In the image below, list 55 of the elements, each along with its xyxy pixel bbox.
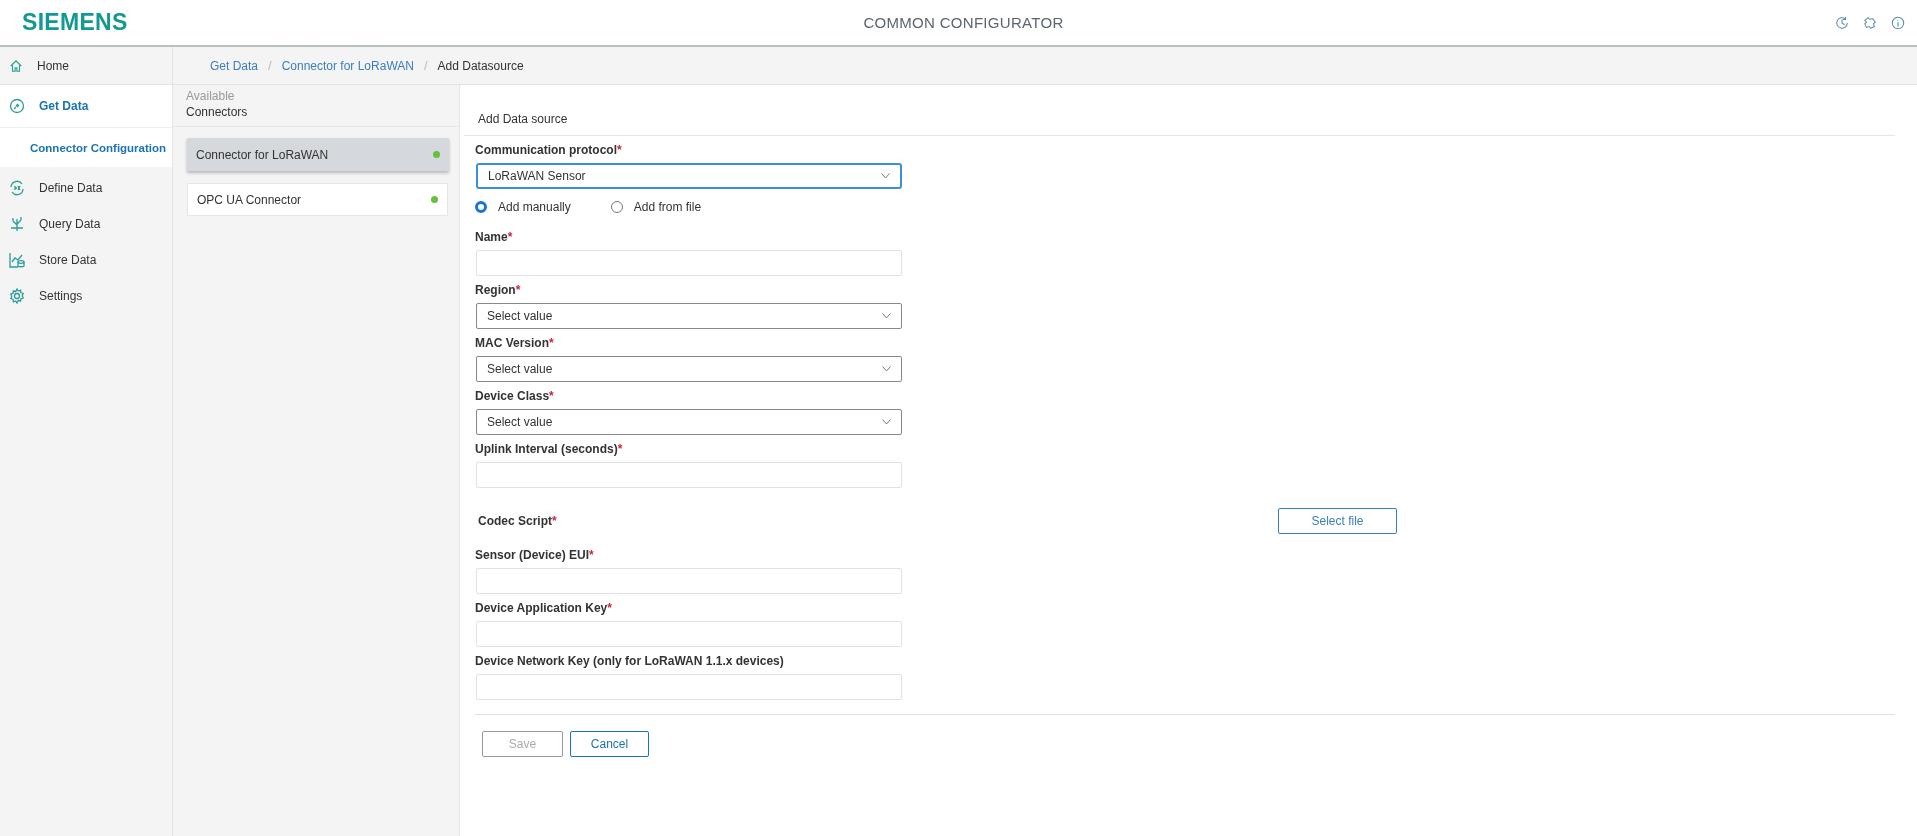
app-title: COMMON CONFIGURATOR [863, 14, 1064, 31]
input-field[interactable] [476, 462, 902, 488]
clock-refresh-icon[interactable] [1835, 15, 1849, 30]
chart-database-icon [9, 252, 25, 268]
field-label: Device Class* [475, 389, 555, 404]
sidebar-item[interactable]: Store Data [0, 242, 172, 278]
field-label: Name* [475, 230, 514, 245]
form-title: Add Data source [464, 112, 1895, 136]
breadcrumb-link[interactable]: Connector for LoRaWAN [281, 58, 414, 73]
chevron-down-icon [882, 313, 891, 319]
breadcrumb-link[interactable]: Get Data [210, 58, 259, 73]
panel-caption: Available [186, 89, 236, 103]
company-logo: SIEMENS [22, 9, 129, 36]
info-icon[interactable] [1891, 15, 1905, 30]
connector-name: OPC UA Connector [197, 192, 302, 207]
radio-option[interactable]: Add from file [610, 200, 702, 214]
radio-option[interactable]: Add manually [475, 200, 571, 214]
sidebar-item[interactable]: Settings [0, 278, 172, 314]
connector-item[interactable]: OPC UA Connector [187, 183, 448, 216]
panel-title: Connectors [186, 105, 249, 119]
field-label: Codec Script* [477, 514, 557, 528]
sidebar-subitem[interactable]: Connector Configuration [0, 127, 172, 167]
field-label: Device Application Key* [475, 601, 613, 616]
input-field[interactable] [476, 568, 902, 594]
select-field[interactable]: Select value [476, 356, 902, 382]
connector-item[interactable]: Connector for LoRaWAN [187, 138, 449, 171]
sidebar-item[interactable]: Query Data [0, 206, 172, 242]
select-field[interactable]: Select value [476, 409, 902, 435]
input-field[interactable] [476, 250, 902, 276]
breadcrumb-current-page: Add Datasource [437, 58, 524, 73]
chevron-down-icon [882, 366, 891, 372]
sidebar-item[interactable]: Get Data [0, 85, 172, 127]
chevron-down-icon [881, 173, 890, 179]
home-icon [9, 58, 23, 73]
form-button[interactable]: Cancel [570, 731, 649, 757]
breadcrumb-separator: / [423, 58, 428, 73]
chevron-down-icon [882, 419, 891, 425]
function-cycle-icon [9, 180, 25, 196]
settings-icon [9, 288, 25, 304]
plug-icon [9, 98, 25, 114]
connector-name: Connector for LoRaWAN [196, 147, 329, 162]
select-field[interactable]: LoRaWAN Sensor [476, 163, 902, 189]
select-field[interactable]: Select value [476, 303, 902, 329]
input-field[interactable] [476, 621, 902, 647]
branching-icon [9, 216, 25, 232]
sidebar-item[interactable]: Define Data [0, 170, 172, 206]
field-label: Region* [475, 283, 522, 298]
field-label: Sensor (Device) EUI* [475, 548, 595, 563]
field-label: Device Network Key (only for LoRaWAN 1.1.x devices) [475, 654, 785, 669]
field-label: Uplink Interval (seconds)* [475, 442, 624, 457]
select-file-button[interactable]: Select file [1278, 508, 1397, 534]
field-label: Communication protocol* [475, 143, 623, 158]
breadcrumb-separator: / [268, 58, 272, 73]
input-field[interactable] [476, 674, 902, 700]
field-label: MAC Version* [475, 336, 555, 351]
